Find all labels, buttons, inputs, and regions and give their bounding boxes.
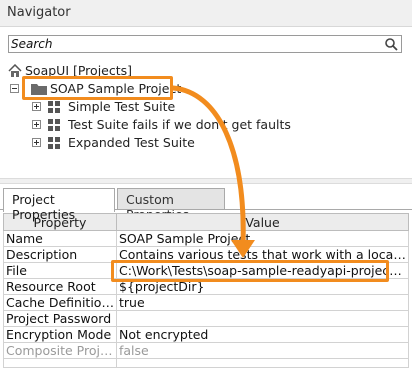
navigator-title-bar: Navigator [0, 0, 412, 27]
tab-custom-properties[interactable]: Custom Properties [117, 188, 225, 222]
panel-splitter[interactable] [0, 178, 412, 184]
expand-toggle-icon[interactable] [32, 102, 41, 111]
file-value-highlight-box [111, 260, 389, 282]
table-row[interactable]: Composite Project false [3, 342, 409, 359]
project-highlight-box [22, 76, 173, 100]
tree-suite-item[interactable]: Test Suite fails if we don't get faults [30, 116, 310, 134]
property-name: Encryption Mode [3, 326, 117, 343]
tree-suite-item[interactable]: Expanded Test Suite [30, 134, 230, 152]
tab-label: Project Properties [12, 192, 76, 222]
tree-suite-label: Expanded Test Suite [68, 135, 195, 150]
test-suite-icon [48, 101, 60, 113]
property-name: Resource Root [3, 278, 117, 295]
table-row[interactable] [3, 358, 409, 368]
table-row[interactable]: Cache Definitions true [3, 294, 409, 311]
navigator-title: Navigator [7, 5, 71, 20]
property-value[interactable]: Not encrypted [116, 326, 409, 343]
property-value[interactable] [116, 358, 409, 368]
tab-project-properties[interactable]: Project Properties [3, 188, 115, 222]
table-row[interactable]: Encryption Mode Not encrypted [3, 326, 409, 343]
search-input[interactable] [11, 37, 371, 51]
property-value[interactable]: true [116, 294, 409, 311]
column-header-value[interactable]: Value [116, 213, 409, 231]
property-name: Name [3, 230, 117, 247]
search-box[interactable] [8, 35, 402, 53]
test-suite-icon [48, 137, 60, 149]
property-value[interactable]: SOAP Sample Project [116, 230, 409, 247]
table-row[interactable]: Name SOAP Sample Project [3, 230, 409, 247]
collapse-toggle-icon[interactable] [10, 84, 19, 93]
expand-toggle-icon[interactable] [32, 120, 41, 129]
property-name: Composite Project [3, 342, 117, 359]
home-icon [8, 64, 22, 77]
tree-suite-label: Simple Test Suite [68, 99, 176, 114]
table-row[interactable]: Project Password [3, 310, 409, 327]
property-name: Cache Definitions [3, 294, 117, 311]
test-suite-icon [48, 119, 60, 131]
property-value[interactable] [116, 310, 409, 327]
property-name: Description [3, 246, 117, 263]
property-name: File [3, 262, 117, 279]
tree-suite-label: Test Suite fails if we don't get faults [68, 117, 291, 132]
property-name [3, 358, 117, 368]
property-name: Project Password [3, 310, 117, 327]
properties-table: Property Value Name SOAP Sample Project … [3, 213, 409, 368]
search-icon[interactable] [384, 37, 398, 51]
expand-toggle-icon[interactable] [32, 138, 41, 147]
property-value[interactable]: false [116, 342, 409, 359]
tree-suite-item[interactable]: Simple Test Suite [30, 98, 210, 116]
